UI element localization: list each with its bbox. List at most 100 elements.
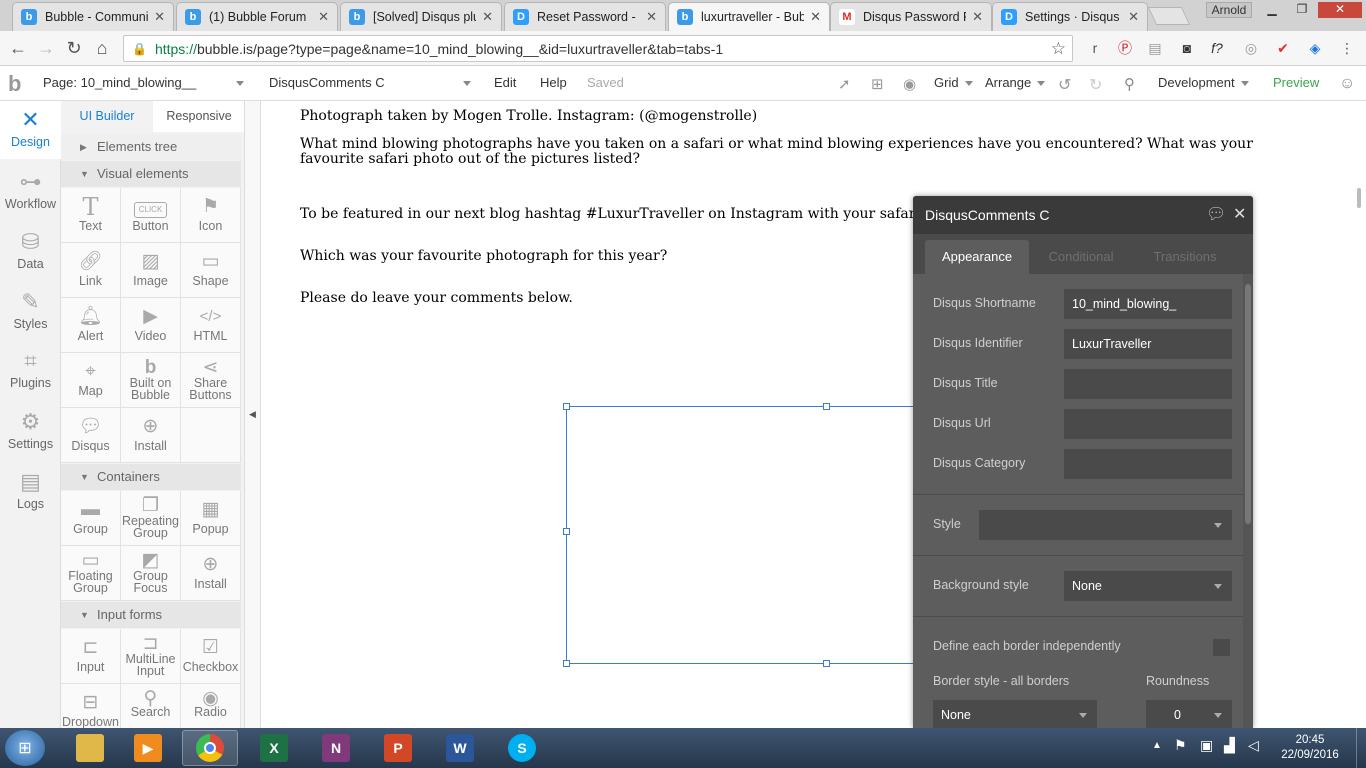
maximize-icon[interactable]: ❐ bbox=[1288, 2, 1316, 18]
minimize-icon[interactable]: ▁ bbox=[1258, 2, 1286, 18]
section-visual-elements[interactable]: ▼ Visual elements bbox=[61, 161, 241, 187]
browser-tab[interactable]: b (1) Bubble Forum ✕ bbox=[176, 2, 338, 31]
grid-menu[interactable]: Grid bbox=[934, 75, 973, 90]
taskbar-word[interactable]: W bbox=[432, 730, 488, 766]
close-icon[interactable]: ✕ bbox=[810, 9, 821, 25]
close-icon[interactable]: ✕ bbox=[318, 9, 329, 25]
palette-group-focus[interactable]: ◩ Group Focus bbox=[121, 546, 181, 601]
border-independent-checkbox[interactable] bbox=[1213, 639, 1230, 656]
extension-r-icon[interactable]: r bbox=[1086, 39, 1104, 57]
todo-icon[interactable]: ✔ bbox=[1274, 39, 1292, 57]
palette-group[interactable]: ▬ Group bbox=[61, 491, 121, 546]
grid-toggle-icon[interactable]: ⊞ bbox=[871, 75, 884, 93]
close-window-icon[interactable]: ✕ bbox=[1318, 2, 1362, 18]
style-dropdown[interactable] bbox=[979, 510, 1232, 540]
flag-icon[interactable]: ⚑ bbox=[1174, 737, 1187, 754]
preview-button[interactable]: Preview bbox=[1273, 75, 1319, 90]
tab-conditional[interactable]: Conditional bbox=[1029, 240, 1133, 274]
section-containers[interactable]: ▼ Containers bbox=[61, 464, 241, 490]
palette-multiline-input[interactable]: ⊐ MultiLine Input bbox=[121, 629, 181, 684]
canvas-text-photo-credit[interactable]: Photograph taken by Mogen Trolle. Instag… bbox=[300, 109, 1310, 124]
close-icon[interactable]: ✕ bbox=[154, 9, 165, 25]
property-editor-scrollbar[interactable] bbox=[1243, 274, 1253, 728]
palette-link[interactable]: 🔗︎ Link bbox=[61, 243, 121, 298]
nav-logs[interactable]: ▤ Logs bbox=[0, 463, 61, 521]
background-style-dropdown[interactable]: None bbox=[1064, 571, 1232, 601]
palette-popup[interactable]: ▦ Popup bbox=[181, 491, 241, 546]
bubble-logo-icon[interactable]: b bbox=[8, 71, 28, 96]
taskbar-powerpoint[interactable]: P bbox=[370, 730, 426, 766]
extension-icon[interactable]: ▤ bbox=[1146, 39, 1164, 57]
taskbar-media-player[interactable]: ▶ bbox=[120, 730, 176, 766]
disqus-shortname-input[interactable] bbox=[1064, 289, 1232, 319]
bookmark-star-icon[interactable]: ☆ bbox=[1051, 39, 1066, 59]
disqus-category-input[interactable] bbox=[1064, 449, 1232, 479]
palette-search[interactable]: ⚲ Search bbox=[121, 684, 181, 728]
menu-edit[interactable]: Edit bbox=[494, 75, 516, 90]
close-icon[interactable]: ✕ bbox=[646, 9, 657, 25]
palette-install-container[interactable]: ⊕ Install bbox=[181, 546, 241, 601]
taskbar-explorer[interactable] bbox=[62, 730, 118, 766]
comment-icon[interactable]: 💬︎ bbox=[1206, 204, 1226, 224]
close-icon[interactable]: ✕ bbox=[482, 9, 493, 25]
taskbar-excel[interactable]: X bbox=[246, 730, 302, 766]
browser-tab[interactable]: M Disqus Password R ✕ bbox=[830, 2, 992, 31]
pinterest-icon[interactable]: Ⓟ bbox=[1116, 39, 1134, 57]
tab-responsive[interactable]: Responsive bbox=[153, 101, 244, 132]
tab-ui-builder[interactable]: UI Builder bbox=[61, 101, 153, 132]
palette-checkbox[interactable]: ☑ Checkbox bbox=[181, 629, 241, 684]
section-input-forms[interactable]: ▼ Input forms bbox=[61, 602, 241, 628]
extension-circle-icon[interactable]: ◎ bbox=[1242, 39, 1260, 57]
taskbar-chrome[interactable] bbox=[182, 730, 238, 766]
element-selector[interactable]: DisqusComments C bbox=[269, 75, 479, 90]
property-editor-header[interactable]: DisqusComments C 💬︎ ✕ bbox=[913, 196, 1253, 234]
palette-text[interactable]: T Text bbox=[61, 188, 121, 243]
palette-icon[interactable]: ⚑ Icon bbox=[181, 188, 241, 243]
browser-tab[interactable]: D Reset Password - D ✕ bbox=[504, 2, 666, 31]
menu-icon[interactable]: ⋮ bbox=[1338, 39, 1356, 57]
pocket-icon[interactable]: ◙ bbox=[1178, 39, 1196, 57]
select-pointer-icon[interactable]: ➚ bbox=[838, 75, 851, 93]
nav-workflow[interactable]: ⊶ Workflow bbox=[0, 163, 61, 221]
forward-arrow-icon[interactable]: → bbox=[34, 37, 58, 59]
nav-data[interactable]: ⛁ Data bbox=[0, 223, 61, 281]
palette-dropdown[interactable]: ⊟ Dropdown bbox=[61, 684, 121, 728]
undo-icon[interactable]: ↺ bbox=[1058, 75, 1071, 95]
menu-help[interactable]: Help bbox=[540, 75, 567, 90]
resize-handle[interactable] bbox=[823, 403, 830, 410]
palette-share-buttons[interactable]: ⋖ Share Buttons bbox=[181, 353, 241, 408]
resize-handle[interactable] bbox=[823, 660, 830, 667]
function-icon[interactable]: f? bbox=[1208, 39, 1226, 57]
tab-transitions[interactable]: Transitions bbox=[1133, 240, 1237, 274]
reload-icon[interactable]: ↻ bbox=[62, 37, 86, 59]
user-avatar-icon[interactable]: ☺ bbox=[1339, 75, 1355, 93]
palette-html[interactable]: </> HTML bbox=[181, 298, 241, 353]
browser-tab-active[interactable]: b luxurtraveller - Bub ✕ bbox=[668, 2, 830, 31]
close-icon[interactable]: ✕ bbox=[972, 9, 983, 25]
disqus-identifier-input[interactable] bbox=[1064, 329, 1232, 359]
palette-collapse-handle[interactable]: ◀ bbox=[245, 101, 261, 728]
scrollbar-thumb[interactable] bbox=[1357, 188, 1361, 208]
new-tab-button[interactable] bbox=[1147, 7, 1191, 25]
address-bar[interactable]: 🔒 https:// bubble.is/page?type=page&name… bbox=[123, 35, 1073, 62]
palette-video[interactable]: ▶ Video bbox=[121, 298, 181, 353]
palette-floating-group[interactable]: ▭ Floating Group bbox=[61, 546, 121, 601]
extension-badge-icon[interactable]: ◈ bbox=[1306, 39, 1324, 57]
browser-tab[interactable]: D Settings · Disqus ✕ bbox=[992, 2, 1148, 31]
palette-install[interactable]: ⊕ Install bbox=[121, 408, 181, 463]
resize-handle[interactable] bbox=[563, 660, 570, 667]
redo-icon[interactable]: ↻ bbox=[1089, 75, 1102, 95]
palette-disqus[interactable]: 💬︎ Disqus bbox=[61, 408, 121, 463]
palette-radio[interactable]: ◉ Radio bbox=[181, 684, 241, 728]
page-selector[interactable]: Page: 10_mind_blowing__ bbox=[43, 75, 253, 90]
palette-shape[interactable]: ▭ Shape bbox=[181, 243, 241, 298]
browser-tab[interactable]: b Bubble - Communi ✕ bbox=[12, 2, 174, 31]
start-button[interactable]: ⊞ bbox=[5, 730, 45, 766]
palette-alert[interactable]: 🔔︎ Alert bbox=[61, 298, 121, 353]
roundness-stepper[interactable]: 0 bbox=[1146, 700, 1232, 728]
canvas-text-question[interactable]: What mind blowing photographs have you t… bbox=[300, 137, 1320, 167]
nav-plugins[interactable]: ⌗ Plugins bbox=[0, 342, 61, 400]
scrollbar-thumb[interactable] bbox=[1245, 284, 1251, 524]
palette-built-on-bubble[interactable]: b Built on Bubble bbox=[121, 353, 181, 408]
section-elements-tree[interactable]: ▶ Elements tree bbox=[61, 134, 241, 160]
